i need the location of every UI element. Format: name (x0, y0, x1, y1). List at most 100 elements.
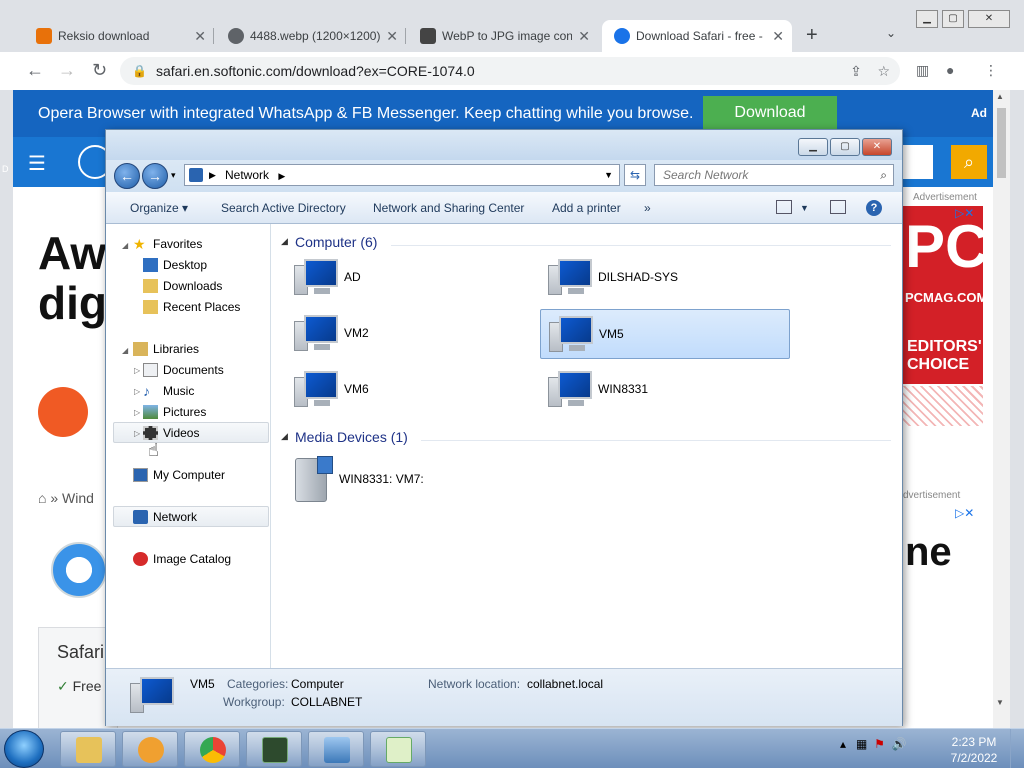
card-title: Safari (57, 642, 105, 662)
computer-item[interactable]: WIN8331 (540, 365, 790, 415)
tab-download-safari[interactable]: Download Safari - free - latest ✕ (602, 20, 792, 52)
address-dropdown-icon[interactable]: ▼ (604, 165, 613, 185)
view-options-icon[interactable] (776, 200, 792, 214)
ad-text: Opera Browser with integrated WhatsApp &… (38, 105, 694, 122)
explorer-titlebar[interactable]: ▁ ▢ ✕ (106, 130, 902, 160)
taskbar-chrome[interactable] (184, 731, 240, 767)
pcmag-ad[interactable]: PC PCMAG.COM EDITORS' CHOICE (903, 206, 991, 436)
more-commands-button[interactable]: » (644, 192, 651, 224)
computer-item[interactable]: AD (286, 253, 536, 303)
profile-avatar-icon[interactable]: ● (946, 62, 954, 78)
network-tray-icon[interactable]: ▦ (856, 737, 867, 751)
card-feature: ✓ Free (57, 678, 102, 694)
search-icon: ⌕ (963, 152, 975, 172)
home-icon[interactable]: ⌂ (38, 490, 46, 506)
computer-item[interactable]: VM2 (286, 309, 536, 359)
site-search-input[interactable] (903, 145, 933, 179)
bookmark-star-icon[interactable]: ☆ (877, 63, 890, 79)
side-panel-icon[interactable]: ▥ (916, 62, 929, 79)
start-button[interactable] (4, 730, 44, 768)
share-icon[interactable]: ⇪ (850, 63, 862, 79)
scroll-up-icon[interactable]: ▲ (996, 92, 1004, 101)
details-pane: VM5 Categories: Computer Workgroup: COLL… (106, 668, 902, 726)
forward-arrow-icon[interactable]: → (58, 60, 76, 81)
tab-search-chevron-icon[interactable]: ⌄ (886, 26, 896, 40)
taskbar-notepad[interactable] (370, 731, 426, 767)
scroll-down-icon[interactable]: ▼ (996, 698, 1004, 707)
computer-item[interactable]: DILSHAD-SYS (540, 253, 790, 303)
ad-download-button[interactable]: Download (703, 96, 837, 130)
adchoices-icon[interactable]: ▷✕ (955, 506, 974, 520)
computer-icon (294, 371, 340, 409)
preview-pane-icon[interactable] (830, 200, 846, 214)
recent-places-icon (143, 300, 158, 314)
close-tab-icon[interactable]: ✕ (194, 20, 206, 52)
new-tab-button[interactable]: + (806, 24, 818, 47)
taskbar-explorer[interactable] (60, 731, 116, 767)
folder-icon (76, 737, 102, 763)
remote-desktop-icon (324, 737, 350, 763)
address-bar[interactable]: 🔒 safari.en.softonic.com/download?ex=COR… (120, 57, 900, 85)
film-icon (317, 456, 333, 474)
forward-button[interactable]: → (142, 163, 168, 189)
clock[interactable]: 2:23 PM 7/2/2022 (948, 734, 1000, 766)
maximize-button[interactable]: ▢ (942, 10, 964, 28)
network-sharing-center-button[interactable]: Network and Sharing Center (373, 192, 524, 224)
add-printer-button[interactable]: Add a printer (552, 192, 621, 224)
url-text: safari.en.softonic.com/download?ex=CORE-… (156, 63, 475, 79)
explorer-close-button[interactable]: ✕ (862, 138, 892, 156)
tray-expand-icon[interactable]: ▴ (840, 737, 846, 751)
back-arrow-icon[interactable]: ← (26, 60, 44, 81)
volume-icon[interactable]: 🔊 (892, 737, 907, 751)
close-window-button[interactable]: ✕ (968, 10, 1010, 28)
view-dropdown-icon[interactable]: ▼ (800, 192, 809, 224)
media-device-item[interactable]: WIN8331: VM7: (291, 454, 491, 504)
scroll-thumb[interactable] (997, 108, 1006, 178)
organize-button[interactable]: Organize ▾ (130, 192, 188, 224)
taskbar-media-player[interactable] (122, 731, 178, 767)
hamburger-menu-icon[interactable]: ☰ (28, 151, 46, 176)
advertisement-label: Advertisement (913, 192, 977, 203)
reload-icon[interactable]: ↻ (92, 60, 107, 81)
network-icon (189, 168, 203, 182)
tab-webp-image[interactable]: 4488.webp (1200×1200) ✕ (216, 20, 406, 52)
search-icon: ⌕ (880, 168, 887, 182)
close-tab-icon[interactable]: ✕ (772, 20, 784, 52)
adchoices-icon[interactable]: ▷✕ (955, 206, 974, 220)
minimize-button[interactable]: ▁ (916, 10, 938, 28)
close-tab-icon[interactable]: ✕ (578, 20, 590, 52)
film-strip-icon (143, 426, 158, 440)
explorer-maximize-button[interactable]: ▢ (830, 138, 860, 156)
close-tab-icon[interactable]: ✕ (386, 20, 398, 52)
expand-favorites-icon[interactable]: ◢ (122, 241, 128, 250)
explorer-address-bar[interactable]: ▶ Network ▶ ▼ (184, 164, 620, 186)
lock-icon[interactable]: 🔒 (132, 57, 147, 85)
action-center-icon[interactable]: ⚑ (874, 737, 885, 751)
clock-time: 2:23 PM (951, 735, 997, 749)
page-scrollbar[interactable]: ▲ ▼ (993, 90, 1010, 728)
menu-kebab-icon[interactable]: ⋮ (984, 62, 998, 79)
tab-reksio[interactable]: Reksio download ✕ (24, 20, 214, 52)
expand-libraries-icon[interactable]: ◢ (122, 346, 128, 355)
music-note-icon: ♪ (143, 383, 150, 399)
explorer-minimize-button[interactable]: ▁ (798, 138, 828, 156)
search-active-directory-button[interactable]: Search Active Directory (221, 192, 346, 224)
collapse-group-icon[interactable]: ◢ (281, 431, 288, 442)
site-search-button[interactable]: ⌕ (951, 145, 987, 179)
breadcrumb[interactable]: ⌂ » Wind (38, 490, 94, 506)
help-icon[interactable]: ? (866, 200, 882, 216)
details-workgroup: COLLABNET (291, 695, 363, 709)
computer-item[interactable]: VM6 (286, 365, 536, 415)
taskbar-remote-desktop[interactable] (308, 731, 364, 767)
refresh-button[interactable]: ⇆ (624, 164, 646, 186)
show-desktop-button[interactable] (1010, 729, 1024, 768)
recent-pages-chevron-icon[interactable]: ▾ (171, 170, 176, 181)
collapse-group-icon[interactable]: ◢ (281, 236, 288, 247)
back-button[interactable]: ← (114, 163, 140, 189)
task-manager-icon (262, 737, 288, 763)
explorer-search-input[interactable]: Search Network ⌕ (654, 164, 894, 186)
computer-item-selected[interactable]: VM5 (540, 309, 790, 359)
tab-webp-converter[interactable]: WebP to JPG image converter ✕ (408, 20, 598, 52)
taskbar-task-manager[interactable] (246, 731, 302, 767)
computer-icon (549, 316, 595, 354)
